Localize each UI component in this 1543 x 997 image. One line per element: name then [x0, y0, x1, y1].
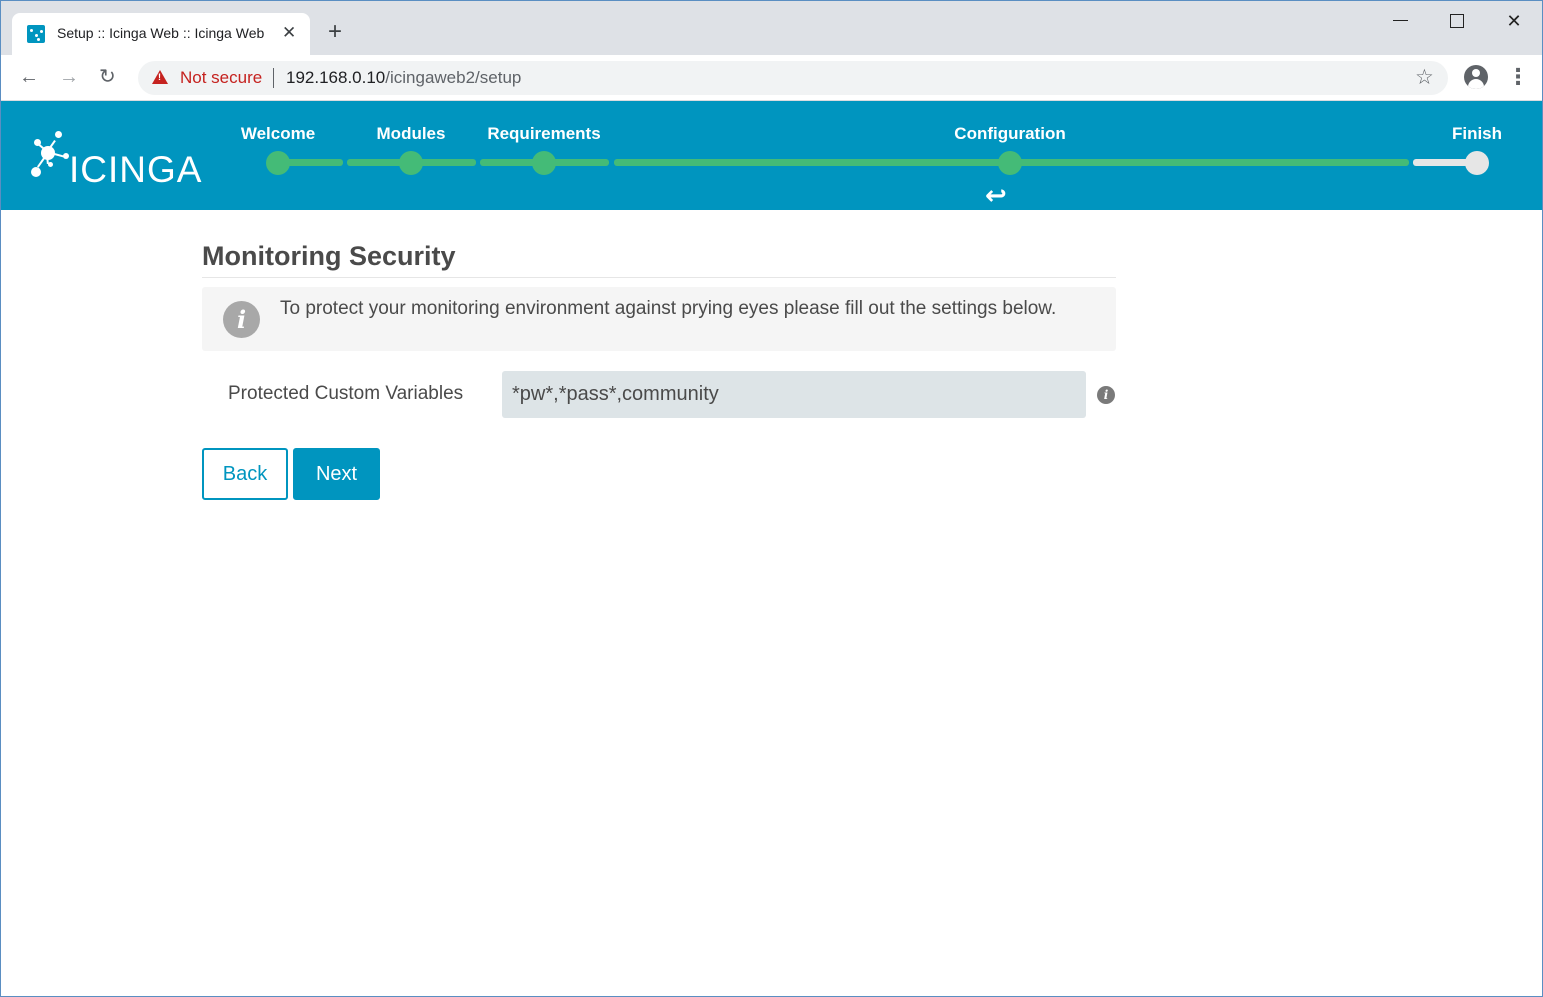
new-tab-button[interactable]: + [328, 20, 342, 44]
step-label-configuration: Configuration [954, 124, 1066, 143]
setup-content: Monitoring Security i To protect your mo… [202, 241, 1116, 500]
tab-title: Setup :: Icinga Web :: Icinga Web [57, 25, 265, 41]
step-label-finish: Finish [1451, 124, 1503, 143]
protected-vars-label: Protected Custom Variables [228, 383, 464, 404]
back-arrow-icon[interactable]: ← [19, 65, 39, 89]
kebab-menu-icon[interactable]: ⋮ [1507, 65, 1529, 89]
close-tab-icon[interactable]: ✕ [282, 22, 296, 44]
address-bar[interactable]: Not secure 192.168.0.10/icingaweb2/setup… [138, 61, 1448, 95]
info-icon: i [223, 301, 260, 338]
step-label-requirements: Requirements [487, 124, 601, 143]
return-arrow-icon: ↩ [985, 180, 1007, 210]
back-button[interactable]: Back [202, 448, 288, 500]
step-dot-configuration [998, 151, 1022, 175]
url-text[interactable]: 192.168.0.10/icingaweb2/setup [286, 68, 521, 88]
bookmark-star-icon[interactable]: ☆ [1415, 65, 1434, 90]
step-label-welcome: Welcome [240, 124, 316, 143]
maximize-button[interactable] [1447, 11, 1467, 31]
security-indicator[interactable]: Not secure [180, 68, 262, 88]
forward-arrow-icon[interactable]: → [59, 65, 79, 89]
reload-icon[interactable]: ↻ [99, 65, 116, 89]
window-close-button[interactable]: ✕ [1504, 11, 1524, 31]
tab-strip: Setup :: Icinga Web :: Icinga Web ✕ + ✕ [1, 1, 1542, 55]
step-dot-finish [1465, 151, 1489, 175]
form-buttons: Back Next [202, 448, 1116, 500]
account-icon[interactable] [1464, 65, 1488, 89]
minimize-button[interactable] [1391, 11, 1411, 31]
step-dot-welcome [266, 151, 290, 175]
icinga-logo: ICINGA [31, 131, 201, 190]
browser-toolbar: ← → ↻ Not secure 192.168.0.10/icingaweb2… [1, 55, 1542, 101]
notice-text: To protect your monitoring environment a… [280, 298, 1057, 319]
info-notice: i To protect your monitoring environment… [202, 287, 1116, 351]
address-separator [273, 68, 274, 88]
icinga-favicon-icon [27, 25, 45, 43]
warning-triangle-icon[interactable] [152, 70, 168, 84]
next-button[interactable]: Next [293, 448, 380, 500]
step-dot-requirements [532, 151, 556, 175]
browser-tab[interactable]: Setup :: Icinga Web :: Icinga Web ✕ [12, 13, 310, 55]
protected-vars-input[interactable] [502, 371, 1086, 418]
step-dot-modules [399, 151, 423, 175]
protected-vars-row: Protected Custom Variables i [202, 371, 1116, 418]
help-info-icon[interactable]: i [1097, 386, 1115, 404]
step-label-modules: Modules [376, 124, 446, 143]
logo-text: ICINGA [69, 149, 203, 190]
browser-window: Setup :: Icinga Web :: Icinga Web ✕ + ✕ … [0, 0, 1543, 997]
page-title: Monitoring Security [202, 241, 1116, 278]
icinga-header: ICINGA Welcome Modules Requirements Conf… [1, 101, 1542, 210]
